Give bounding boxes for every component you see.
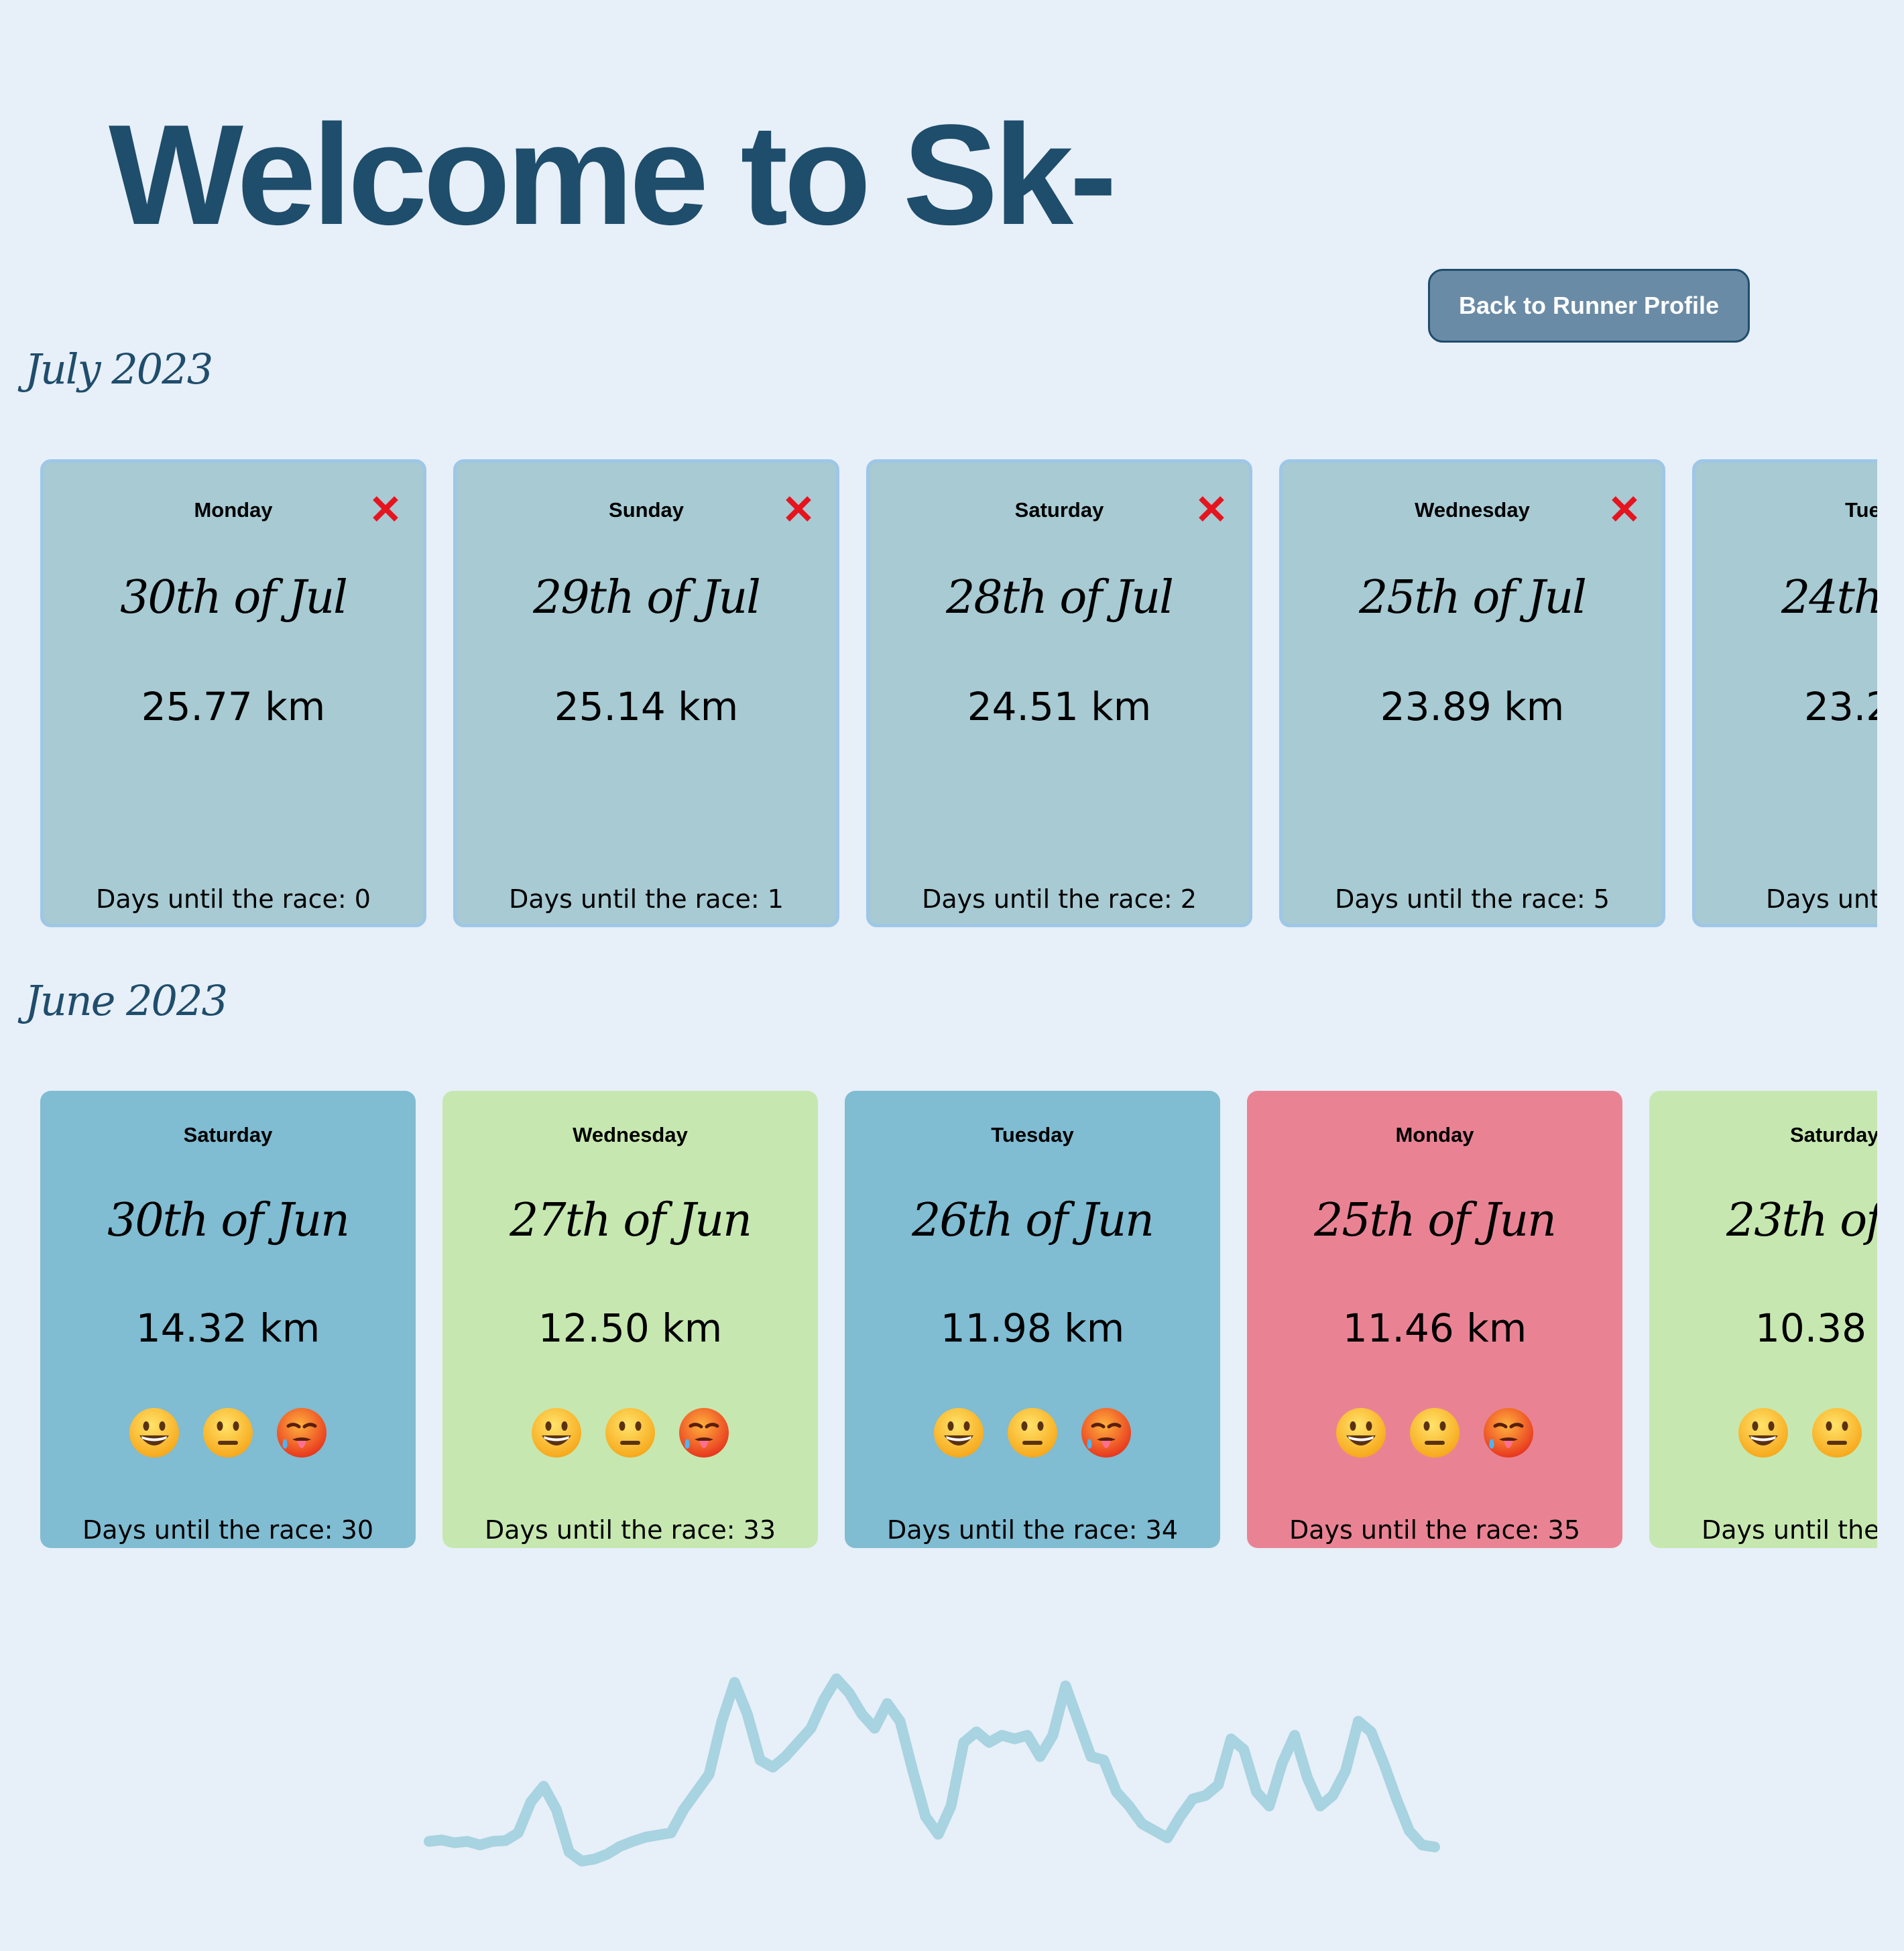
neutral-face-icon[interactable] bbox=[1006, 1406, 1059, 1460]
feeling-selector bbox=[442, 1406, 818, 1460]
run-date: 25th of Jun bbox=[1314, 1194, 1557, 1247]
run-weekday: Tuesday bbox=[991, 1123, 1074, 1146]
hot-face-icon[interactable] bbox=[275, 1406, 329, 1460]
hot-face-icon[interactable] bbox=[677, 1406, 731, 1460]
back-to-runner-profile-button[interactable]: Back to Runner Profile bbox=[1428, 269, 1750, 343]
race-countdown: Days until the race: 30 bbox=[82, 1515, 374, 1545]
run-distance: 23.2 bbox=[1804, 684, 1877, 729]
run-card[interactable]: Saturday 28th of Jul 24.51 km Days until… bbox=[866, 459, 1252, 927]
grinning-face-icon[interactable] bbox=[1334, 1406, 1388, 1460]
run-distance: 14.32 km bbox=[135, 1305, 320, 1351]
grinning-face-icon[interactable] bbox=[1736, 1406, 1790, 1460]
run-distance: 11.98 km bbox=[940, 1305, 1125, 1351]
run-date: 28th of Jul bbox=[946, 571, 1174, 624]
grinning-face-icon[interactable] bbox=[127, 1406, 181, 1460]
run-card[interactable]: Tuesday 26th of Jun 11.98 km Days until … bbox=[845, 1091, 1220, 1548]
run-date: 29th of Jul bbox=[533, 571, 761, 624]
race-countdown: Days until the race: 0 bbox=[96, 884, 371, 914]
race-countdown: Days until the race: 33 bbox=[484, 1515, 776, 1545]
grinning-face-icon[interactable] bbox=[932, 1406, 986, 1460]
race-countdown: Days unti bbox=[1766, 884, 1877, 914]
delete-run-icon[interactable] bbox=[1195, 493, 1228, 525]
run-distance: 11.46 km bbox=[1342, 1305, 1527, 1351]
run-date: 24th bbox=[1781, 571, 1877, 624]
run-date: 25th of Jul bbox=[1359, 571, 1587, 624]
month-heading-july: July 2023 bbox=[25, 345, 213, 394]
neutral-face-icon[interactable] bbox=[603, 1406, 657, 1460]
run-weekday: Sunday bbox=[609, 498, 684, 522]
run-card[interactable]: Saturday 30th of Jun 14.32 km Days until… bbox=[40, 1091, 416, 1548]
neutral-face-icon[interactable] bbox=[201, 1406, 255, 1460]
run-distance: 23.89 km bbox=[1380, 684, 1565, 729]
race-countdown: Days until the race: 35 bbox=[1289, 1515, 1581, 1545]
run-date: 23th of J bbox=[1726, 1194, 1877, 1247]
run-weekday: Wednesday bbox=[1415, 498, 1530, 522]
run-weekday: Monday bbox=[1395, 1123, 1474, 1146]
race-countdown: Days until the race: 1 bbox=[509, 884, 784, 914]
race-countdown: Days until the race: 2 bbox=[922, 884, 1197, 914]
run-card[interactable]: Monday 30th of Jul 25.77 km Days until t… bbox=[40, 459, 426, 927]
delete-run-icon[interactable] bbox=[1608, 493, 1641, 525]
run-date: 26th of Jun bbox=[912, 1194, 1154, 1247]
run-distance: 12.50 km bbox=[538, 1305, 723, 1351]
page-title: Welcome to Sk- bbox=[109, 95, 1117, 255]
race-countdown: Days until the r bbox=[1702, 1515, 1877, 1545]
run-weekday: Monday bbox=[194, 498, 273, 522]
grinning-face-icon[interactable] bbox=[530, 1406, 583, 1460]
run-distance: 10.38 k bbox=[1755, 1305, 1877, 1351]
run-weekday: Tue bbox=[1845, 498, 1877, 522]
delete-run-icon[interactable] bbox=[369, 493, 402, 525]
run-date: 30th of Jun bbox=[107, 1194, 350, 1247]
feeling-selector bbox=[40, 1406, 416, 1460]
race-countdown: Days until the race: 5 bbox=[1335, 884, 1610, 914]
neutral-face-icon[interactable] bbox=[1810, 1406, 1864, 1460]
run-distance: 24.51 km bbox=[967, 684, 1152, 729]
run-card[interactable]: Monday 25th of Jun 11.46 km Days until t… bbox=[1247, 1091, 1622, 1548]
run-date: 27th of Jun bbox=[510, 1194, 752, 1247]
run-date: 30th of Jul bbox=[120, 571, 348, 624]
run-card[interactable]: Saturday 23th of J 10.38 k Days until th… bbox=[1649, 1091, 1877, 1548]
run-card[interactable]: Wednesday 25th of Jul 23.89 km Days unti… bbox=[1279, 459, 1665, 927]
race-countdown: Days until the race: 34 bbox=[886, 1515, 1179, 1545]
hot-face-icon[interactable] bbox=[1079, 1406, 1133, 1460]
run-card[interactable]: Sunday 29th of Jul 25.14 km Days until t… bbox=[453, 459, 839, 927]
june-runs-strip[interactable]: Saturday 30th of Jun 14.32 km Days until… bbox=[0, 1091, 1877, 1553]
run-weekday: Saturday bbox=[1790, 1123, 1877, 1146]
run-distance: 25.14 km bbox=[554, 684, 739, 729]
feeling-selector bbox=[1247, 1406, 1622, 1460]
july-runs-strip[interactable]: Monday 30th of Jul 25.77 km Days until t… bbox=[0, 459, 1877, 929]
run-card[interactable]: Tue 24th 23.2 Days unti bbox=[1692, 459, 1877, 927]
month-heading-june: June 2023 bbox=[25, 976, 228, 1025]
run-distance: 25.77 km bbox=[141, 684, 326, 729]
hot-face-icon[interactable] bbox=[1482, 1406, 1535, 1460]
distance-trend-sparkline bbox=[424, 1673, 1440, 1867]
neutral-face-icon[interactable] bbox=[1408, 1406, 1462, 1460]
run-card[interactable]: Wednesday 27th of Jun 12.50 km Days unti… bbox=[442, 1091, 818, 1548]
sparkline-line bbox=[424, 1673, 1440, 1867]
run-weekday: Wednesday bbox=[573, 1123, 688, 1146]
delete-run-icon[interactable] bbox=[782, 493, 815, 525]
feeling-selector bbox=[845, 1406, 1220, 1460]
run-weekday: Saturday bbox=[183, 1123, 273, 1146]
run-weekday: Saturday bbox=[1014, 498, 1104, 522]
feeling-selector bbox=[1736, 1406, 1877, 1460]
